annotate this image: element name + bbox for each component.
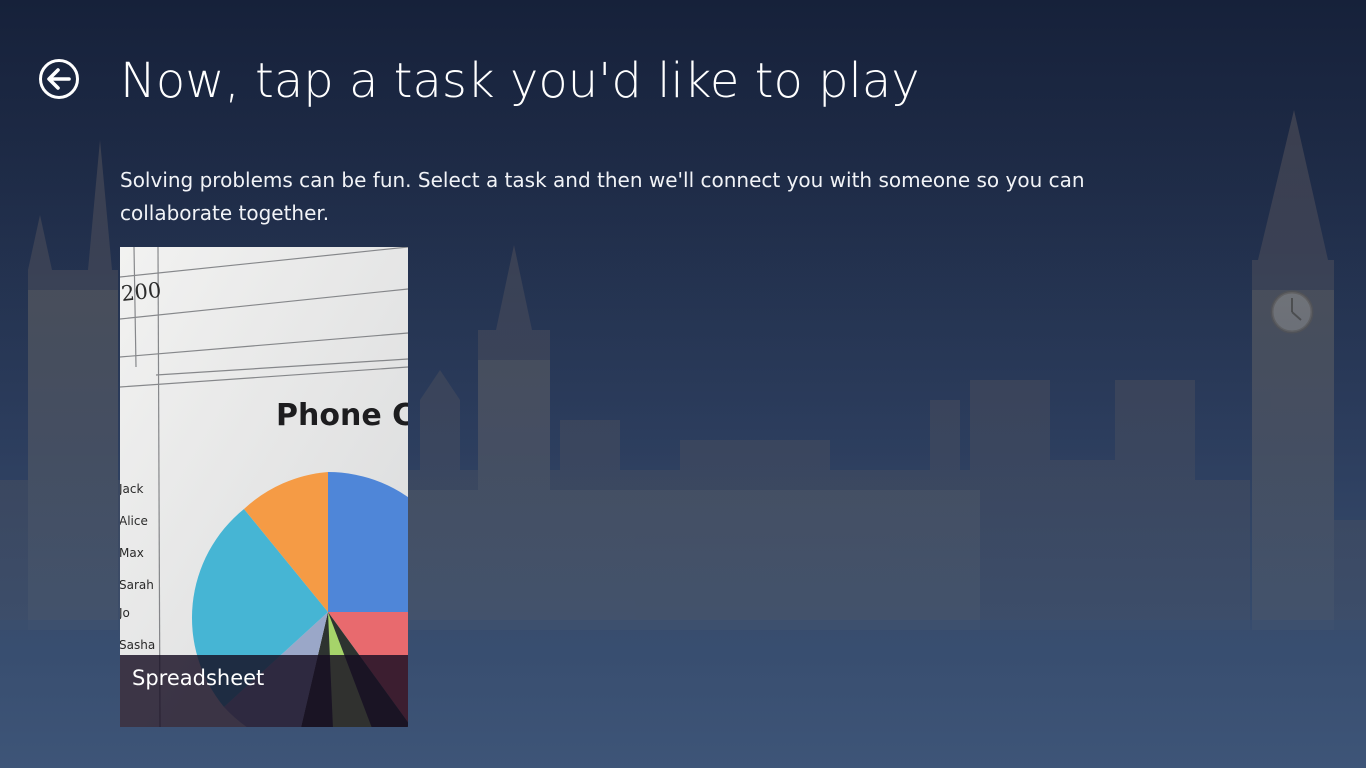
legend-name-6: Sasha <box>120 638 155 652</box>
legend-name-1: Jack <box>120 482 143 496</box>
legend-name-5: Jo <box>120 606 130 620</box>
task-label: Spreadsheet <box>132 666 265 690</box>
page-title: Now, tap a task you'd like to play <box>120 53 920 109</box>
legend-name-3: Max <box>120 546 144 560</box>
chart-heading-text: Phone C <box>276 398 408 433</box>
cell-value-text: 200 <box>120 278 162 306</box>
tile-caption-bar: Spreadsheet <box>120 655 408 727</box>
back-button[interactable] <box>38 58 80 100</box>
legend-name-2: Alice <box>120 514 148 528</box>
back-arrow-circle-icon <box>39 59 79 99</box>
intro-text: Solving problems can be fun. Select a ta… <box>120 168 1085 225</box>
task-tile-spreadsheet[interactable]: 200 Phone C Jack Alice Max Sarah Jo Sash… <box>120 247 408 727</box>
legend-name-4: Sarah <box>120 578 154 592</box>
